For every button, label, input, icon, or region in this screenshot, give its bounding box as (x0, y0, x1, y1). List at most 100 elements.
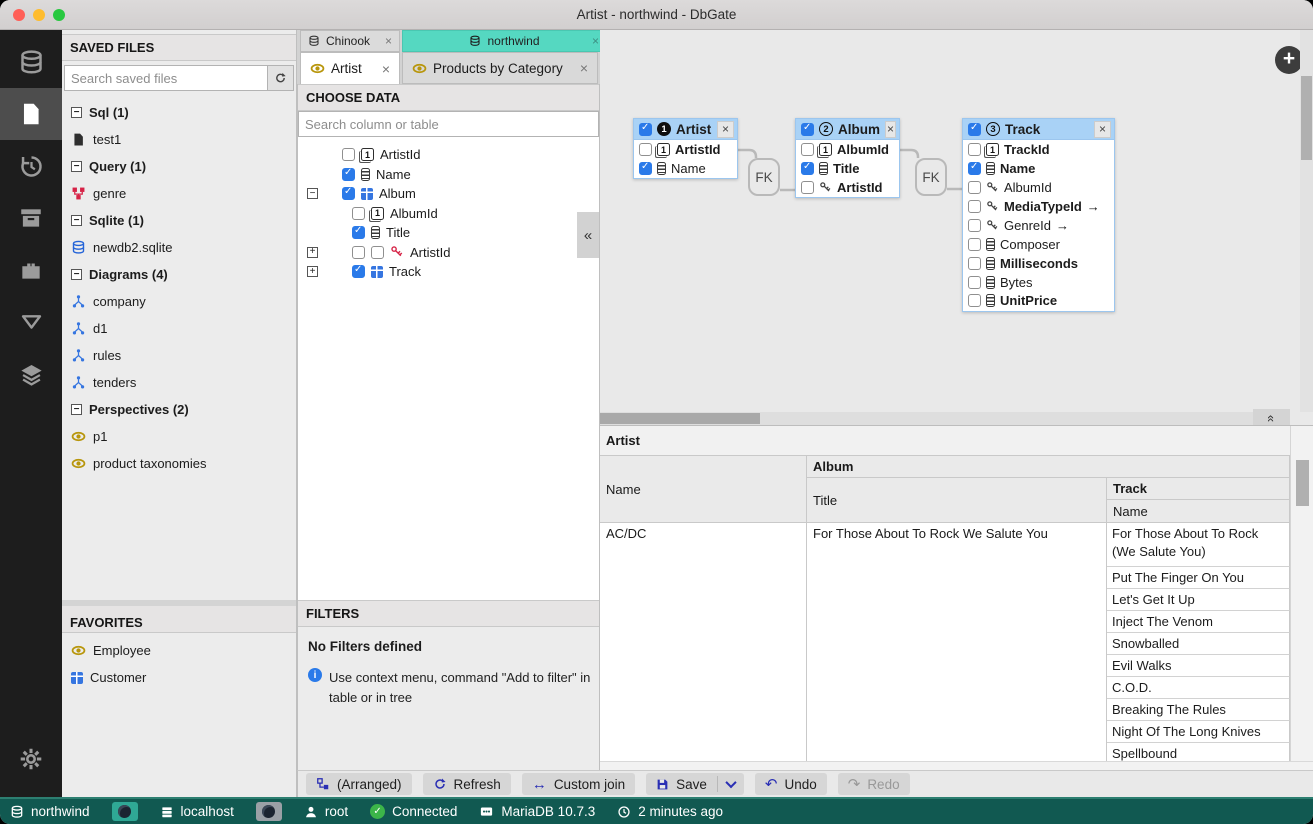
checkbox[interactable] (352, 226, 365, 239)
redo-button[interactable]: ↷Redo (838, 773, 910, 795)
table-header[interactable]: 3 Track (963, 119, 1114, 140)
tree-row-artistid-fk[interactable]: ArtistId (298, 243, 599, 263)
grid-header-album[interactable]: Album (807, 456, 1290, 478)
save-button[interactable]: Save (646, 773, 717, 795)
saved-files-refresh-button[interactable] (268, 65, 294, 91)
column-row[interactable]: MediaTypeId (963, 197, 1114, 216)
checkbox[interactable] (968, 276, 981, 289)
tree-row-name[interactable]: Name (298, 165, 599, 185)
checkbox[interactable] (968, 123, 981, 136)
diagram-table-album[interactable]: 2 Album 1AlbumId Title ArtistId (795, 118, 900, 198)
reference-arrow-icon[interactable] (1087, 199, 1100, 214)
checkbox[interactable] (801, 143, 814, 156)
column-row[interactable]: GenreId (963, 216, 1114, 235)
grid-header-track[interactable]: Track (1107, 478, 1290, 500)
close-table-button[interactable] (717, 121, 734, 138)
checkbox[interactable] (968, 181, 981, 194)
fk-join-badge[interactable]: FK (748, 158, 780, 196)
tree-row-artistid[interactable]: 1ArtistId (298, 145, 599, 165)
saved-files-group-query[interactable]: Query (1) (62, 153, 296, 180)
close-table-button[interactable] (885, 121, 896, 138)
saved-file-newdb2[interactable]: newdb2.sqlite (62, 234, 296, 261)
grid-cell-track[interactable]: Inject The Venom (1107, 611, 1290, 633)
saved-file-product-taxonomies[interactable]: product taxonomies (62, 450, 296, 477)
grid-header-name[interactable]: Name (600, 456, 807, 523)
status-server[interactable]: localhost (160, 804, 234, 819)
checkbox[interactable] (801, 162, 814, 175)
checkbox[interactable] (801, 181, 814, 194)
collapse-icon[interactable] (71, 404, 82, 415)
tab-file-artist[interactable]: Artist (300, 52, 400, 84)
close-table-button[interactable] (1094, 121, 1111, 138)
checkbox[interactable] (801, 123, 814, 136)
saved-files-group-sqlite[interactable]: Sqlite (1) (62, 207, 296, 234)
column-row[interactable]: Title (796, 159, 899, 178)
saved-files-group-sql[interactable]: Sql (1) (62, 99, 296, 126)
add-table-button[interactable]: + (1275, 46, 1303, 74)
column-row[interactable]: Name (963, 159, 1114, 178)
grid-cell-track[interactable]: Evil Walks (1107, 655, 1290, 677)
saved-file-d1[interactable]: d1 (62, 315, 296, 342)
checkbox[interactable] (342, 187, 355, 200)
table-header[interactable]: 1 Artist (634, 119, 737, 140)
column-row[interactable]: AlbumId (963, 178, 1114, 197)
tree-row-title[interactable]: Title (298, 223, 599, 243)
checkbox[interactable] (968, 238, 981, 251)
settings-button[interactable] (0, 733, 62, 785)
table-header[interactable]: 2 Album (796, 119, 899, 140)
grid-cell-track[interactable]: Breaking The Rules (1107, 699, 1290, 721)
column-search-input[interactable] (298, 111, 599, 137)
grid-vertical-scrollbar[interactable] (1290, 426, 1313, 761)
saved-file-genre[interactable]: genre (62, 180, 296, 207)
checkbox[interactable] (342, 148, 355, 161)
diagram-table-artist[interactable]: 1 Artist 1ArtistId Name (633, 118, 738, 179)
close-tab-icon[interactable] (580, 61, 588, 75)
tab-file-products-by-category[interactable]: Products by Category (402, 52, 598, 84)
saved-files-group-perspectives[interactable]: Perspectives (2) (62, 396, 296, 423)
canvas-horizontal-scrollbar[interactable] (600, 412, 1290, 425)
tab-database-chinook[interactable]: Chinook (300, 30, 400, 52)
undo-button[interactable]: ↶Undo (755, 773, 827, 795)
saved-file-p1[interactable]: p1 (62, 423, 296, 450)
grid-cell-track[interactable]: Put The Finger On You (1107, 567, 1290, 589)
status-last-refresh[interactable]: 2 minutes ago (617, 804, 723, 819)
column-row[interactable]: Milliseconds (963, 254, 1114, 273)
close-tab-icon[interactable] (592, 35, 599, 47)
sidebar-item-history[interactable] (0, 140, 62, 192)
favorite-employee[interactable]: Employee (62, 637, 296, 664)
canvas-vertical-scrollbar[interactable] (1300, 30, 1313, 412)
refresh-button[interactable]: Refresh (423, 773, 511, 795)
tree-row-albumid[interactable]: 1AlbumId (298, 204, 599, 224)
close-tab-icon[interactable] (385, 35, 392, 47)
tree-row-track[interactable]: Track (298, 262, 599, 282)
column-row[interactable]: Bytes (963, 273, 1114, 292)
collapse-panel-button[interactable]: « (577, 212, 599, 258)
collapse-icon[interactable] (307, 188, 318, 199)
saved-files-group-diagrams[interactable]: Diagrams (4) (62, 261, 296, 288)
reference-arrow-icon[interactable] (1056, 218, 1069, 233)
checkbox[interactable] (352, 207, 365, 220)
checkbox[interactable] (352, 265, 365, 278)
column-row[interactable]: 1TrackId (963, 140, 1114, 159)
fk-join-badge[interactable]: FK (915, 158, 947, 196)
status-database[interactable]: northwind (10, 804, 90, 819)
saved-file-test1[interactable]: test1 (62, 126, 296, 153)
expand-icon[interactable] (307, 247, 318, 258)
column-row[interactable]: 1ArtistId (634, 140, 737, 159)
checkbox[interactable] (968, 162, 981, 175)
scrollbar-thumb[interactable] (1296, 460, 1309, 506)
checkbox[interactable] (968, 294, 981, 307)
custom-join-button[interactable]: ↔Custom join (522, 773, 635, 795)
collapse-icon[interactable] (71, 215, 82, 226)
checkbox[interactable] (639, 162, 652, 175)
diagram-table-track[interactable]: 3 Track 1TrackId Name AlbumId MediaTypeI… (962, 118, 1115, 312)
column-row[interactable]: 1AlbumId (796, 140, 899, 159)
saved-file-tenders[interactable]: tenders (62, 369, 296, 396)
diagram-canvas[interactable]: FK FK 1 Artist 1ArtistId Name 2 Album 1A… (600, 30, 1313, 425)
checkbox[interactable] (342, 168, 355, 181)
collapse-icon[interactable] (71, 161, 82, 172)
checkbox[interactable] (639, 123, 652, 136)
grid-cell-track[interactable]: Let's Get It Up (1107, 589, 1290, 611)
column-row[interactable]: Name (634, 159, 737, 178)
arranged-button[interactable]: (Arranged) (306, 773, 412, 795)
